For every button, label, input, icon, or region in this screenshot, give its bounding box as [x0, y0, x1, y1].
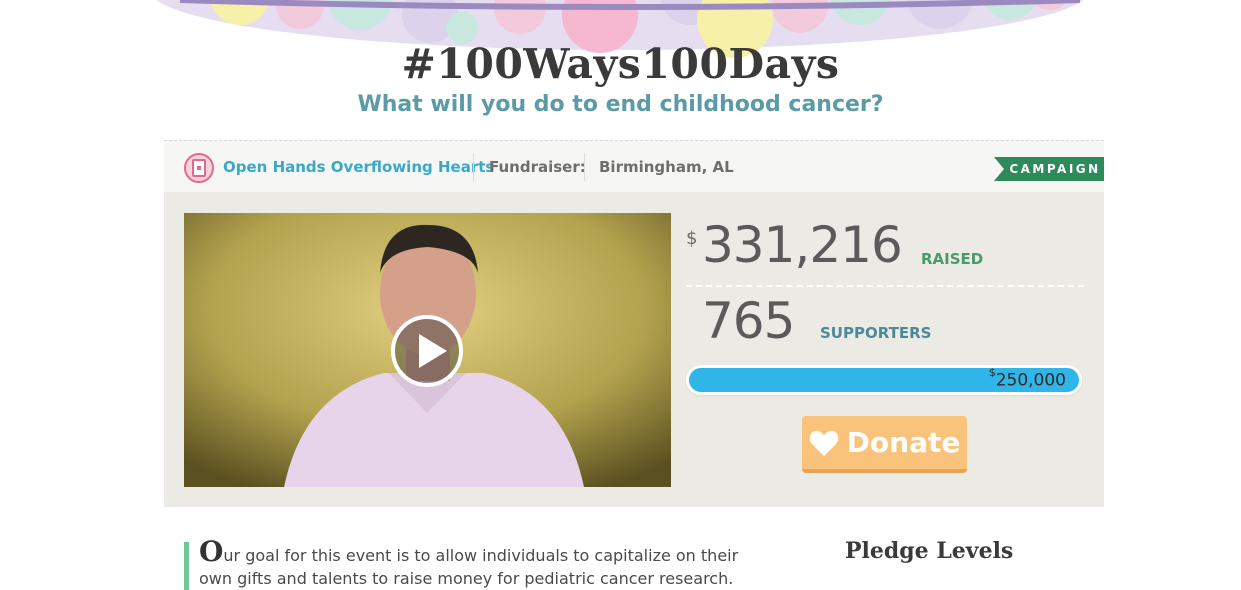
page-title: #100Ways100Days — [401, 40, 840, 88]
heart-icon — [809, 430, 838, 456]
play-icon[interactable] — [391, 315, 463, 387]
page-subtitle: What will you do to end childhood cancer… — [357, 92, 884, 117]
campaign-description: Our goal for this event is to allow indi… — [199, 538, 744, 590]
raised-label: RAISED — [921, 250, 984, 268]
donate-button[interactable]: Donate — [802, 416, 967, 473]
goal-value: 250,000 — [995, 370, 1066, 391]
org-name-link[interactable]: Open Hands Overflowing Hearts — [223, 158, 494, 176]
campaign-panel: $ 331,216 RAISED 765 SUPPORTERS $250,000… — [164, 192, 1104, 507]
fundraiser-label: Fundraiser: — [489, 158, 586, 176]
goal-amount: $250,000 — [988, 366, 1066, 391]
divider — [473, 153, 474, 181]
video-player[interactable] — [184, 213, 671, 487]
divider — [584, 153, 585, 181]
supporters-label: SUPPORTERS — [820, 324, 932, 342]
progress-bar: $250,000 — [686, 365, 1082, 395]
raised-amount: 331,216 — [702, 216, 903, 274]
description-text: ur goal for this event is to allow indiv… — [199, 546, 739, 588]
campaign-badge: CAMPAIGN — [994, 157, 1104, 181]
page: #100Ways100Days What will you do to end … — [0, 0, 1241, 590]
supporters-count: 765 — [702, 292, 795, 350]
org-logo-icon[interactable] — [184, 153, 214, 183]
location-text: Birmingham, AL — [599, 158, 734, 176]
goal-currency: $ — [988, 366, 996, 379]
quote-accent-bar — [184, 542, 189, 590]
currency-symbol: $ — [686, 228, 698, 249]
drop-cap: O — [199, 535, 224, 568]
pledge-levels-heading: Pledge Levels — [845, 538, 1014, 564]
donate-button-label: Donate — [846, 426, 961, 459]
campaign-info-bar: Open Hands Overflowing Hearts Fundraiser… — [164, 140, 1104, 192]
stats-divider — [686, 285, 1084, 287]
campaign-badge-label: CAMPAIGN — [1009, 162, 1101, 176]
